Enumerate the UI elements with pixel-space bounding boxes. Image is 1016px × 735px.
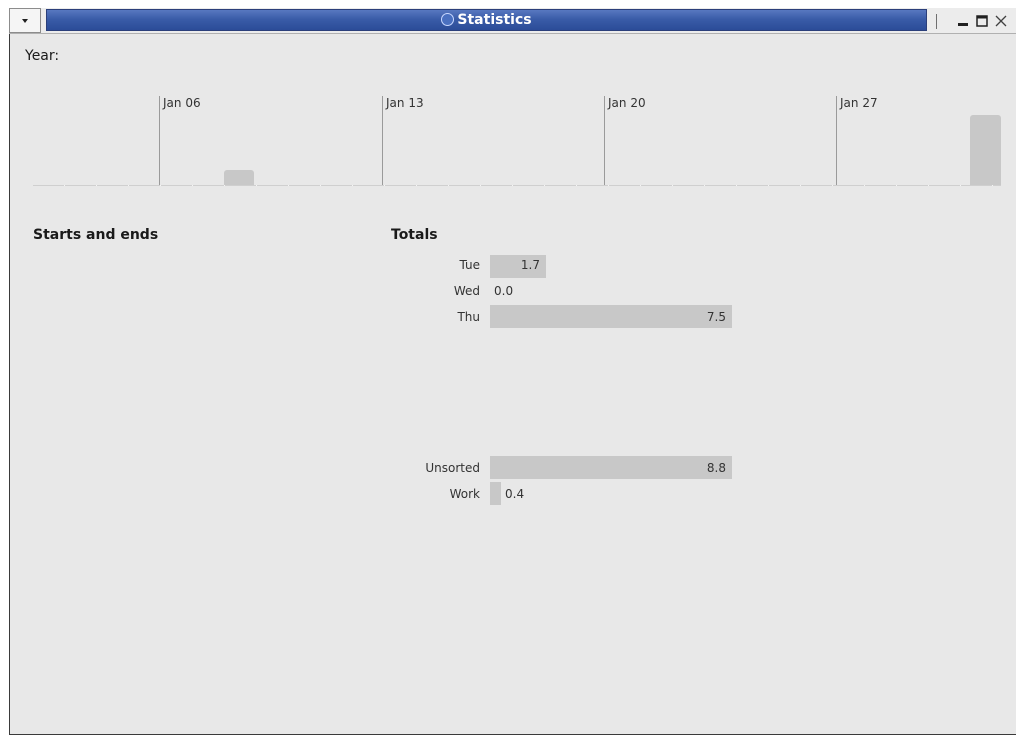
timeline-tick xyxy=(864,185,865,186)
title-bar[interactable]: Statistics xyxy=(9,8,1016,34)
week-label-jan27: Jan 27 xyxy=(836,96,878,186)
timeline-tick xyxy=(576,185,577,186)
total-day-value: 7.5 xyxy=(706,310,726,324)
timeline-tick xyxy=(192,185,193,186)
total-category-bar[interactable] xyxy=(490,482,501,505)
timeline-chart[interactable]: Jan 06 Jan 13 Jan 20 Jan 27 xyxy=(33,96,1001,188)
total-category-label: Unsorted xyxy=(425,461,480,475)
window-title: Statistics xyxy=(457,12,532,28)
minimize-button[interactable] xyxy=(954,12,972,30)
timeline-tick xyxy=(992,185,993,186)
timeline-tick xyxy=(736,185,737,186)
timeline-tick xyxy=(160,185,161,186)
week-label-jan20: Jan 20 xyxy=(604,96,646,186)
timeline-tick xyxy=(96,185,97,186)
timeline-tick xyxy=(544,185,545,186)
maximize-button[interactable] xyxy=(973,12,991,30)
app-icon xyxy=(441,13,455,26)
timeline-axis xyxy=(33,185,1001,186)
day-bar[interactable] xyxy=(970,115,1001,185)
timeline-tick xyxy=(832,185,833,186)
timeline-tick xyxy=(704,185,705,186)
close-icon xyxy=(995,15,1007,27)
timeline-tick xyxy=(960,185,961,186)
totals-title: Totals xyxy=(391,227,438,243)
total-day-value: 1.7 xyxy=(520,258,540,272)
timeline-tick xyxy=(480,185,481,186)
timeline-tick xyxy=(512,185,513,186)
total-category-label: Work xyxy=(449,487,480,501)
menu-arrow-icon xyxy=(22,18,28,23)
total-day-value: 0.0 xyxy=(494,284,514,298)
minimize-icon xyxy=(958,23,968,26)
timeline-tick xyxy=(128,185,129,186)
total-category-value: 0.4 xyxy=(505,487,525,501)
timeline-tick xyxy=(352,185,353,186)
timeline-tick xyxy=(416,185,417,186)
total-day-label: Thu xyxy=(457,310,480,324)
week-label-jan06: Jan 06 xyxy=(159,96,201,186)
timeline-tick xyxy=(384,185,385,186)
timeline-tick xyxy=(896,185,897,186)
timeline-tick xyxy=(672,185,673,186)
timeline-tick xyxy=(640,185,641,186)
title-area[interactable]: Statistics xyxy=(46,9,927,31)
timeline-tick xyxy=(64,185,65,186)
timeline-tick xyxy=(800,185,801,186)
window-menu-button[interactable] xyxy=(9,8,41,33)
timeline-tick xyxy=(320,185,321,186)
timeline-tick xyxy=(768,185,769,186)
timeline-tick xyxy=(608,185,609,186)
close-button[interactable] xyxy=(992,12,1010,30)
title-separator xyxy=(936,14,937,29)
timeline-tick xyxy=(256,185,257,186)
starts-and-ends-title: Starts and ends xyxy=(33,227,159,243)
year-label: Year: xyxy=(25,48,60,64)
maximize-icon xyxy=(976,15,988,27)
total-day-label: Tue xyxy=(459,258,481,272)
total-day-label: Wed xyxy=(453,284,480,298)
timeline-tick xyxy=(928,185,929,186)
timeline-tick xyxy=(448,185,449,186)
day-bar[interactable] xyxy=(224,170,254,185)
total-category-value: 8.8 xyxy=(706,461,726,475)
timeline-tick xyxy=(224,185,225,186)
week-label-jan13: Jan 13 xyxy=(382,96,424,186)
timeline-tick xyxy=(288,185,289,186)
